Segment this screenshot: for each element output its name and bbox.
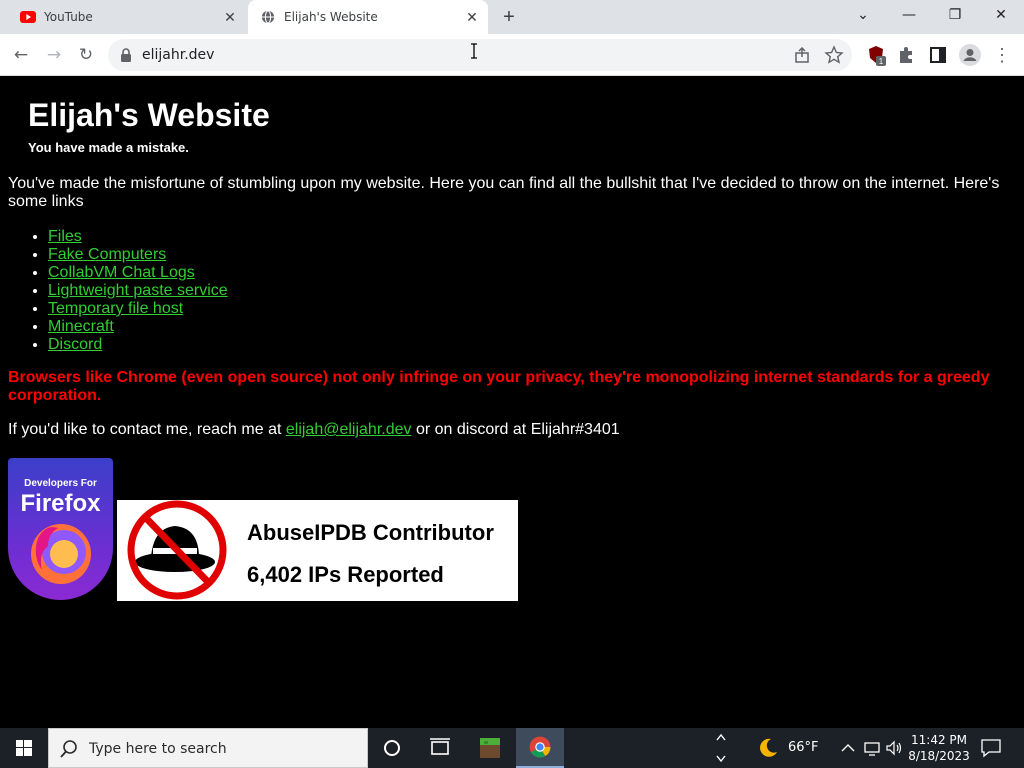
taskbar-scroll-icon[interactable]: [714, 730, 728, 766]
clock-date: 8/18/2023: [908, 749, 970, 763]
globe-icon: [261, 10, 275, 24]
firefox-badge-line2: Firefox: [20, 490, 101, 517]
side-panel-icon[interactable]: [926, 43, 950, 67]
extension-badge: 1: [879, 57, 884, 66]
star-icon[interactable]: [824, 45, 844, 65]
link-temporary-file-host[interactable]: Temporary file host: [48, 300, 183, 317]
no-black-hat-icon: [127, 500, 227, 600]
list-item: Fake Computers: [48, 246, 228, 264]
intro-paragraph: You've made the misfortune of stumbling …: [8, 175, 1000, 210]
browser-menu-icon[interactable]: ⋮: [990, 43, 1014, 67]
tab-search-icon[interactable]: ⌄: [840, 0, 886, 30]
page-title: Elijah's Website: [28, 97, 270, 133]
tab-elijahs-website[interactable]: Elijah's Website ✕: [248, 0, 488, 34]
contact-suffix: or on discord at Elijahr#3401: [411, 421, 620, 438]
task-view-icon[interactable]: [416, 728, 464, 768]
new-tab-button[interactable]: +: [498, 6, 520, 28]
firefox-logo-icon: [31, 524, 91, 584]
chrome-taskbar-icon[interactable]: [516, 728, 564, 768]
weather-temperature[interactable]: 66°F: [788, 740, 819, 755]
windows-taskbar: Type here to search 66°F 11:42 PM 8/18/2…: [0, 728, 1024, 768]
restore-button[interactable]: ❐: [932, 0, 978, 30]
abuseipdb-count: 6,402 IPs Reported: [247, 562, 444, 587]
list-item: Lightweight paste service: [48, 282, 228, 300]
link-minecraft[interactable]: Minecraft: [48, 318, 114, 335]
page-subtitle: You have made a mistake.: [28, 140, 189, 155]
link-discord[interactable]: Discord: [48, 336, 102, 353]
search-icon: [60, 740, 77, 758]
chevron-up-icon[interactable]: [838, 738, 858, 758]
contact-line: If you'd like to contact me, reach me at…: [8, 421, 620, 439]
tab-strip: YouTube ✕ Elijah's Website ✕ + ⌄ — ❐ ✕: [0, 0, 1024, 34]
address-bar[interactable]: elijahr.dev: [108, 39, 852, 71]
link-paste-service[interactable]: Lightweight paste service: [48, 282, 228, 299]
list-item: CollabVM Chat Logs: [48, 264, 228, 282]
ublock-icon[interactable]: 1: [864, 43, 888, 67]
list-item: Minecraft: [48, 318, 228, 336]
youtube-icon: [20, 11, 36, 23]
back-button[interactable]: ←: [9, 43, 33, 67]
link-collabvm-chat-logs[interactable]: CollabVM Chat Logs: [48, 264, 195, 281]
weather-moon-icon[interactable]: [756, 736, 780, 760]
tab-youtube[interactable]: YouTube ✕: [8, 0, 246, 34]
contact-prefix: If you'd like to contact me, reach me at: [8, 421, 286, 438]
close-tab-icon[interactable]: ✕: [464, 9, 480, 25]
browser-toolbar: ← → ↻ elijahr.dev 1 ⋮: [0, 34, 1024, 76]
tab-title: Elijah's Website: [284, 10, 378, 24]
firefox-badge-line1: Developers For: [24, 478, 97, 489]
email-link[interactable]: elijah@elijahr.dev: [286, 421, 412, 438]
link-files[interactable]: Files: [48, 228, 82, 245]
minecraft-icon[interactable]: [466, 728, 514, 768]
close-window-button[interactable]: ✕: [978, 0, 1024, 30]
chrome-warning: Browsers like Chrome (even open source) …: [8, 369, 990, 404]
clock-time: 11:42 PM: [911, 733, 967, 747]
close-tab-icon[interactable]: ✕: [222, 9, 238, 25]
tab-title: YouTube: [44, 10, 93, 24]
volume-icon[interactable]: [884, 738, 904, 758]
forward-button[interactable]: →: [42, 43, 66, 67]
network-icon[interactable]: [862, 738, 882, 758]
link-fake-computers[interactable]: Fake Computers: [48, 246, 166, 263]
lock-icon[interactable]: [120, 48, 132, 62]
extensions-puzzle-icon[interactable]: [894, 43, 918, 67]
abuseipdb-badge[interactable]: AbuseIPDB Contributor 6,402 IPs Reported: [117, 500, 518, 601]
abuseipdb-title: AbuseIPDB Contributor: [247, 520, 494, 545]
links-list: Files Fake Computers CollabVM Chat Logs …: [48, 228, 228, 354]
share-icon[interactable]: [792, 45, 812, 65]
firefox-developers-badge[interactable]: Developers For Firefox: [8, 458, 113, 600]
web-page: Elijah's Website You have made a mistake…: [0, 77, 1024, 728]
windows-start-icon[interactable]: [0, 728, 48, 768]
search-placeholder: Type here to search: [89, 741, 227, 757]
system-clock[interactable]: 11:42 PM 8/18/2023: [905, 732, 973, 764]
url-text[interactable]: elijahr.dev: [142, 47, 214, 63]
list-item: Discord: [48, 336, 228, 354]
notification-icon[interactable]: [980, 738, 1002, 758]
minimize-button[interactable]: —: [886, 0, 932, 30]
reload-button[interactable]: ↻: [74, 43, 98, 67]
profile-avatar-icon[interactable]: [958, 43, 982, 67]
list-item: Temporary file host: [48, 300, 228, 318]
list-item: Files: [48, 228, 228, 246]
text-cursor-icon: [471, 43, 477, 59]
taskbar-search-box[interactable]: Type here to search: [48, 728, 368, 768]
cortana-icon[interactable]: [368, 728, 416, 768]
